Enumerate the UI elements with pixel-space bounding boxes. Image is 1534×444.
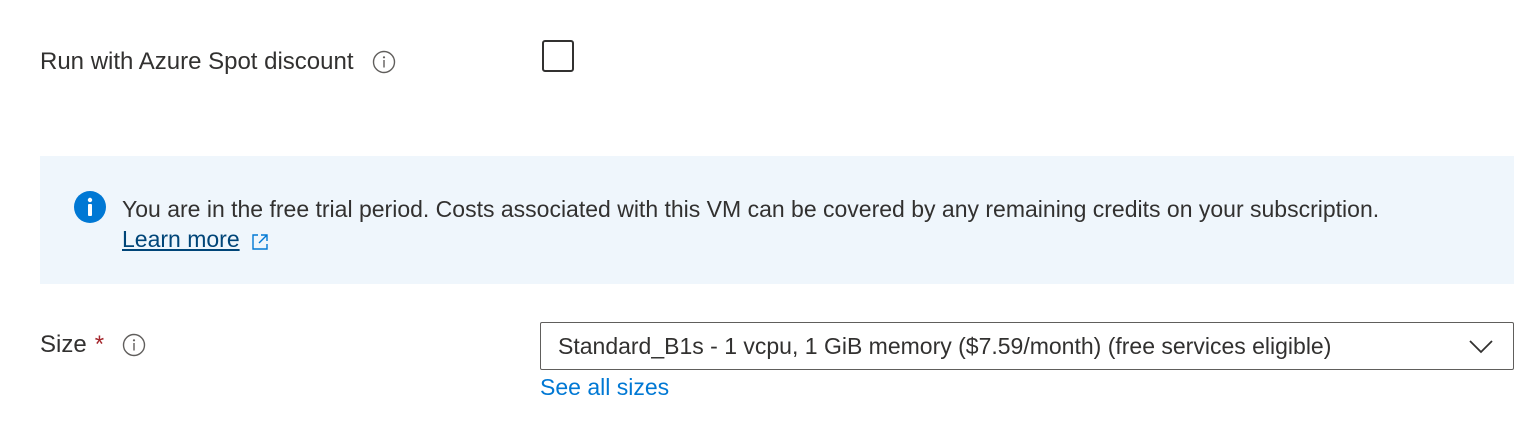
spot-discount-checkbox[interactable] [542,40,574,72]
learn-more-label: Learn more [122,226,240,252]
size-dropdown[interactable]: Standard_B1s - 1 vcpu, 1 GiB memory ($7.… [540,322,1514,370]
size-row: Size * [40,331,146,359]
info-icon[interactable] [122,333,146,357]
info-filled-icon [74,191,106,223]
chevron-down-icon [1467,332,1495,360]
info-icon[interactable] [372,50,396,74]
spot-discount-label: Run with Azure Spot discount [40,48,354,75]
see-all-sizes-link[interactable]: See all sizes [540,374,669,401]
size-dropdown-value: Standard_B1s - 1 vcpu, 1 GiB memory ($7.… [558,332,1332,359]
required-marker: * [94,331,105,358]
banner-message: You are in the free trial period. Costs … [122,196,1380,222]
external-link-icon [250,229,270,250]
free-trial-info-banner: You are in the free trial period. Costs … [40,156,1514,284]
size-label: Size [40,331,87,358]
spot-discount-row: Run with Azure Spot discount [40,48,396,76]
learn-more-link[interactable]: Learn more [122,224,270,254]
vm-create-form-section: Run with Azure Spot discount You are in … [0,0,1534,444]
banner-message-block: You are in the free trial period. Costs … [122,194,1492,254]
